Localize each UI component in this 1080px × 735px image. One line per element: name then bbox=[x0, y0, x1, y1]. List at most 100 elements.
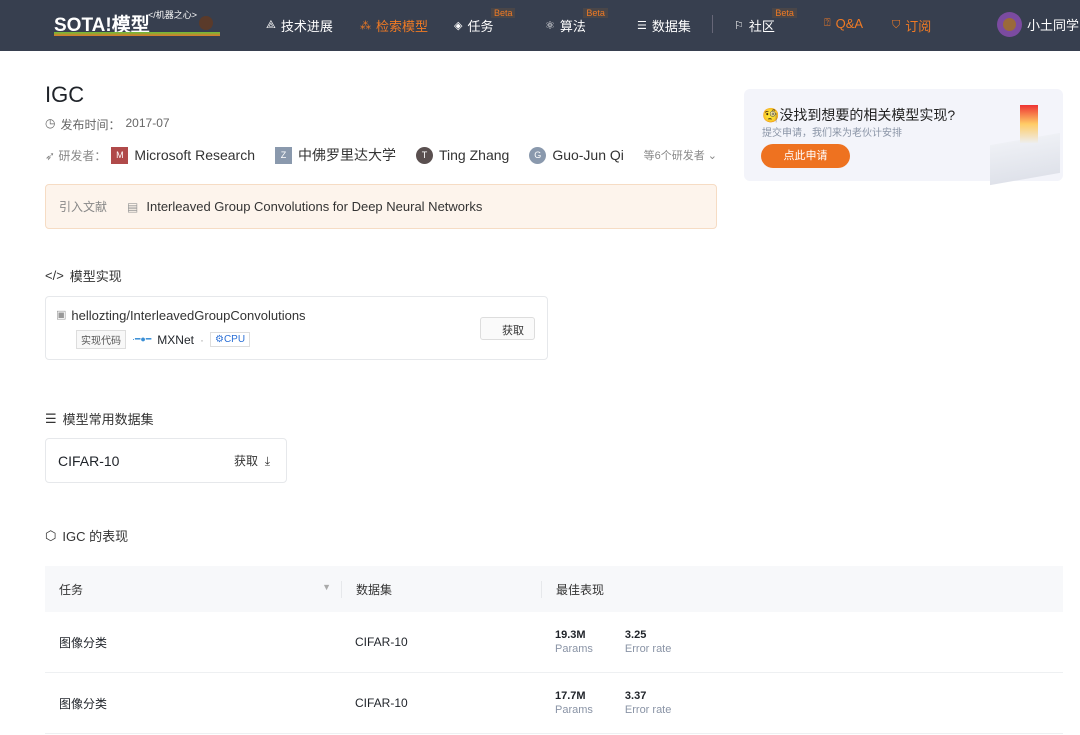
date-value: 2017-07 bbox=[125, 116, 170, 130]
metric-label: Params bbox=[555, 643, 593, 655]
chip-icon: ⚙ bbox=[214, 334, 224, 345]
nav-datasets[interactable]: ☰ 数据集 bbox=[637, 16, 691, 35]
more-authors-toggle[interactable]: 等6个研发者 ⌄ bbox=[644, 147, 717, 163]
mxnet-icon: ·━●━ bbox=[132, 334, 152, 344]
impl-tag: 实现代码 bbox=[76, 330, 126, 349]
section-title: 模型常用数据集 bbox=[62, 412, 154, 427]
metric-value: 17.7M bbox=[555, 690, 586, 702]
table-header: 任务 ▼ 数据集 最佳表现 bbox=[45, 566, 1063, 612]
col-task: 任务 ▼ bbox=[45, 581, 341, 598]
section-performance: ⬡ IGC 的表现 bbox=[45, 526, 128, 545]
release-date: ◷ 发布时间： 2017-07 bbox=[45, 116, 170, 133]
dataset-cell[interactable]: CIFAR-10 bbox=[341, 635, 541, 649]
cube-illustration bbox=[1020, 105, 1038, 143]
get-label: 获取 bbox=[234, 454, 259, 468]
section-title: IGC 的表现 bbox=[62, 529, 129, 544]
download-icon: ⤓ bbox=[264, 454, 270, 468]
nav-qa[interactable]: ⍰ Q&A bbox=[824, 16, 863, 31]
metric-value: 3.25 bbox=[624, 629, 647, 641]
dataset-card[interactable]: CIFAR-10 获取 ⤓ bbox=[45, 438, 287, 483]
request-model-banner: 🧐没找到想要的相关模型实现? 提交申请，我们来为老伙计安排 点此申请 bbox=[744, 89, 1063, 186]
nav-tech-progress[interactable]: ⟁ 技术进展 bbox=[266, 16, 333, 35]
col-label: 任务 bbox=[59, 582, 84, 597]
get-code-button[interactable]: 获取 bbox=[480, 317, 535, 340]
metric-label: Error rate bbox=[624, 643, 672, 655]
table-row: 图像分类 CIFAR-10 17.7M Params 3.37 Error rate bbox=[45, 673, 1063, 734]
dataset-get-button[interactable]: 获取 ⤓ bbox=[234, 452, 270, 469]
logo-sub: </机器之心> bbox=[148, 10, 198, 20]
dataset-name: CIFAR-10 bbox=[58, 452, 120, 469]
nav-subscribe[interactable]: ⛉ 订阅 bbox=[892, 16, 931, 35]
task-cell[interactable]: 图像分类 bbox=[45, 695, 341, 712]
more-authors-label: 等6个研发者 bbox=[643, 150, 705, 162]
nav-label: Q&A bbox=[835, 16, 864, 31]
logo-mascot bbox=[199, 16, 213, 30]
author-name: Microsoft Research bbox=[134, 147, 255, 163]
nodes-icon: ⁂ bbox=[360, 20, 371, 32]
logo-grass bbox=[54, 32, 220, 36]
author-item[interactable]: Z 中佛罗里达大学 bbox=[275, 145, 396, 165]
clock-icon: ◷ bbox=[45, 116, 56, 130]
nav-search-models[interactable]: ⁂ 检索模型 bbox=[360, 16, 428, 35]
metric-value: 3.37 bbox=[624, 690, 647, 702]
dataset-cell[interactable]: CIFAR-10 bbox=[341, 696, 541, 710]
nav-label: 检索模型 bbox=[376, 19, 429, 34]
promo-title: 没找到想要的相关模型实现? bbox=[779, 107, 956, 123]
performance-table: 任务 ▼ 数据集 最佳表现 图像分类 CIFAR-10 19.3M Params 3.… bbox=[45, 566, 1063, 734]
authors-label: ➶ 研发者： bbox=[45, 147, 106, 164]
layers-icon: ◈ bbox=[454, 20, 463, 32]
authors-label-text: 研发者： bbox=[58, 148, 107, 163]
nav-community[interactable]: ⚐ 社区 Beta bbox=[734, 8, 797, 35]
nav-label: 数据集 bbox=[651, 19, 691, 34]
chevron-down-icon: ⌄ bbox=[707, 150, 717, 162]
cube-icon: ⬡ bbox=[45, 527, 57, 543]
nav-label: 任务 bbox=[467, 19, 494, 34]
nav-label: 技术进展 bbox=[280, 19, 333, 34]
question-icon: ⍰ bbox=[824, 17, 831, 29]
search-face-icon: 🧐 bbox=[762, 107, 780, 123]
page-title: IGC bbox=[45, 82, 85, 107]
filter-icon[interactable]: ▼ bbox=[322, 582, 331, 592]
flag-icon: ⚐ bbox=[734, 20, 744, 32]
nav-label: 算法 bbox=[559, 19, 586, 34]
date-label: 发布时间： bbox=[60, 118, 121, 132]
col-best: 最佳表现 bbox=[541, 580, 604, 598]
framework-label: MXNet bbox=[157, 332, 194, 347]
nav-divider bbox=[712, 15, 713, 33]
code-file-icon: ▣ bbox=[56, 309, 67, 321]
metric-label: Error rate bbox=[624, 704, 672, 716]
rocket-icon: ➶ bbox=[45, 148, 59, 163]
author-avatar: T bbox=[416, 146, 433, 164]
author-name: Guo-Jun Qi bbox=[552, 147, 624, 163]
metric-label: Params bbox=[555, 704, 593, 716]
promo-subtitle: 提交申请，我们来为老伙计安排 bbox=[762, 128, 902, 139]
task-cell[interactable]: 图像分类 bbox=[45, 634, 341, 651]
user-menu[interactable]: 小土同学 bbox=[997, 12, 1079, 37]
author-item[interactable]: M Microsoft Research bbox=[111, 146, 255, 164]
avatar bbox=[997, 12, 1022, 37]
bookmark-icon: ⛉ bbox=[892, 19, 901, 31]
device-tag: ⚙CPU bbox=[209, 332, 251, 347]
author-item[interactable]: G Guo-Jun Qi bbox=[529, 146, 624, 164]
logo[interactable]: SOTA!模型 </机器之心> bbox=[54, 10, 224, 36]
nav-label: 社区 bbox=[748, 19, 775, 34]
database-icon: ☰ bbox=[45, 410, 57, 426]
section-implementations: </> 模型实现 bbox=[45, 266, 122, 285]
apply-button[interactable]: 点此申请 bbox=[761, 144, 850, 168]
citation-link[interactable]: Interleaved Group Convolutions for Deep … bbox=[146, 199, 482, 214]
implementation-card: ▣ hellozting/InterleavedGroupConvolutions… bbox=[45, 296, 548, 360]
nav-algorithms[interactable]: ⚛ 算法 Beta bbox=[545, 8, 608, 35]
author-name: Ting Zhang bbox=[439, 147, 510, 163]
database-icon: ☰ bbox=[637, 20, 647, 32]
author-avatar: M bbox=[111, 146, 129, 164]
repo-link[interactable]: hellozting/InterleavedGroupConvolutions bbox=[71, 308, 305, 323]
nav-tasks[interactable]: ◈ 任务 Beta bbox=[454, 8, 516, 35]
author-avatar: Z bbox=[275, 146, 292, 164]
author-item[interactable]: T Ting Zhang bbox=[416, 146, 510, 164]
authors: ➶ 研发者： M Microsoft Research Z 中佛罗里达大学 T Tin… bbox=[45, 145, 717, 165]
document-icon: ▤ bbox=[127, 199, 139, 214]
col-dataset: 数据集 bbox=[341, 580, 541, 598]
author-name: 中佛罗里达大学 bbox=[298, 147, 396, 163]
metric-value: 19.3M bbox=[555, 629, 586, 641]
beta-badge: Beta bbox=[583, 8, 608, 18]
